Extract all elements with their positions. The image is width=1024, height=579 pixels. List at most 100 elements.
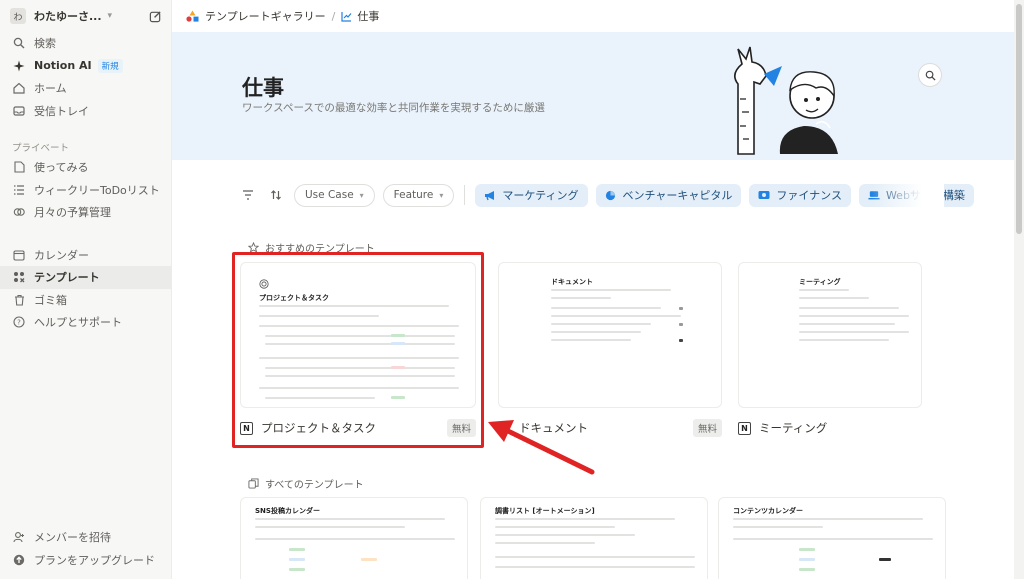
- thumbnail-title: 調書リスト [オートメーション]: [495, 507, 595, 515]
- sidebar-item-label: ゴミ箱: [34, 293, 67, 307]
- template-thumbnail: 調書リスト [オートメーション]: [480, 497, 708, 579]
- search-icon: [12, 36, 26, 50]
- page-subtitle: ワークスペースでの最適な効率と共同作業を実現するために厳選: [242, 102, 545, 114]
- gallery-search-button[interactable]: [918, 63, 942, 87]
- new-page-icon[interactable]: [147, 8, 163, 24]
- template-thumbnail: ドキュメント: [498, 262, 722, 408]
- breadcrumb: テンプレートギャラリー / 仕事: [172, 0, 1024, 32]
- sidebar-item-budget[interactable]: 月々の予算管理: [0, 201, 171, 224]
- breadcrumb-current[interactable]: 仕事: [357, 8, 379, 24]
- section-title: すべてのテンプレート: [265, 480, 364, 491]
- thumb-line: [799, 315, 909, 317]
- search-icon: [925, 70, 936, 81]
- workspace-switcher[interactable]: わ わたゆーさ... ▾: [0, 0, 171, 32]
- thumb-tag: [799, 568, 815, 571]
- sidebar-item-weekly-todo[interactable]: ウィークリーToDoリスト: [0, 179, 171, 202]
- sidebar-item-label: テンプレート: [34, 271, 100, 285]
- sidebar-item-label: 受信トレイ: [34, 104, 89, 118]
- budget-icon: [12, 205, 26, 219]
- sidebar-item-inbox[interactable]: 受信トレイ: [0, 100, 171, 123]
- sidebar-item-label: ホーム: [34, 82, 67, 96]
- thumbnail-title: ドキュメント: [551, 278, 593, 286]
- thumb-line: [551, 331, 641, 333]
- thumb-line: [495, 526, 615, 528]
- sidebar-item-getting-started[interactable]: 使ってみる: [0, 156, 171, 179]
- breadcrumb-gallery-link[interactable]: テンプレートギャラリー: [205, 8, 326, 24]
- home-icon: [12, 81, 26, 95]
- thumb-tag: [289, 548, 305, 551]
- thumbnail-title: ミーティング: [799, 278, 841, 286]
- sidebar-item-notion-ai[interactable]: Notion AI 新規: [0, 55, 171, 78]
- thumb-line: [495, 534, 635, 536]
- sidebar-item-trash[interactable]: ゴミ箱: [0, 289, 171, 312]
- thumb-tag: [679, 339, 683, 342]
- hero-illustration: [734, 46, 838, 155]
- thumb-tag: [361, 558, 377, 561]
- hero-banner: 仕事 ワークスペースでの最適な効率と共同作業を実現するために厳選: [172, 32, 1024, 160]
- thumb-line: [255, 538, 455, 540]
- thumb-tag: [289, 568, 305, 571]
- thumb-line: [799, 289, 849, 291]
- annotation-arrow: [488, 420, 595, 475]
- dropdown-label: Use Case: [305, 189, 354, 201]
- copy-icon: [248, 478, 259, 489]
- sparkle-icon: [12, 59, 26, 73]
- thumb-tag: [879, 558, 891, 561]
- thumb-line: [799, 297, 869, 299]
- feature-dropdown[interactable]: Feature ▾: [382, 183, 455, 207]
- use-case-dropdown[interactable]: Use Case ▾: [294, 183, 375, 207]
- category-chip-venture-capital[interactable]: ベンチャーキャピタル: [595, 183, 742, 207]
- scrollbar[interactable]: [1014, 0, 1024, 579]
- svg-text:?: ?: [17, 319, 21, 327]
- chip-label: ファイナンス: [776, 189, 842, 202]
- private-section-label: プライベート: [12, 143, 70, 154]
- thumb-line: [733, 538, 933, 540]
- template-thumbnail: コンテンツカレンダー: [718, 497, 946, 579]
- sidebar-item-label: 使ってみる: [34, 161, 89, 175]
- pie-chart-icon: [605, 189, 617, 201]
- page-title: 仕事: [242, 76, 284, 100]
- chevron-down-icon: ▾: [439, 190, 444, 200]
- sidebar: わ わたゆーさ... ▾ 検索 Notion AI 新規 ホーム 受信トレイ プ…: [0, 0, 172, 579]
- template-card-research-list[interactable]: 調書リスト [オートメーション]: [480, 497, 708, 579]
- sidebar-item-calendar[interactable]: カレンダー: [0, 244, 171, 267]
- template-card-sns-calendar[interactable]: SNS投稿カレンダー: [240, 497, 468, 579]
- sidebar-item-home[interactable]: ホーム: [0, 77, 171, 100]
- sidebar-top-nav: 検索 Notion AI 新規 ホーム 受信トレイ: [0, 32, 171, 122]
- sidebar-private-nav: 使ってみる ウィークリーToDoリスト 月々の予算管理: [0, 156, 171, 224]
- gallery-logo-icon: [186, 10, 199, 22]
- thumb-tag: [289, 558, 305, 561]
- sidebar-item-label: Notion AI: [34, 59, 92, 73]
- sidebar-item-invite[interactable]: メンバーを招待: [0, 526, 171, 549]
- thumb-line: [799, 331, 909, 333]
- sidebar-item-label: カレンダー: [34, 248, 89, 262]
- sidebar-item-upgrade[interactable]: プランをアップグレード: [0, 549, 171, 572]
- sidebar-item-search[interactable]: 検索: [0, 32, 171, 55]
- filter-icon[interactable]: [238, 185, 258, 205]
- workspace-name: わたゆーさ...: [34, 10, 102, 23]
- money-icon: [758, 189, 770, 201]
- all-templates-heading: すべてのテンプレート: [248, 476, 364, 491]
- template-card-content-calendar[interactable]: コンテンツカレンダー: [718, 497, 946, 579]
- template-thumbnail: SNS投稿カレンダー: [240, 497, 468, 579]
- price-badge: 無料: [692, 419, 722, 437]
- template-card-meetings[interactable]: ミーティング N ミーティング: [738, 262, 922, 442]
- category-chip-finance[interactable]: ファイナンス: [749, 183, 851, 207]
- sidebar-item-help[interactable]: ? ヘルプとサポート: [0, 311, 171, 334]
- thumb-line: [733, 526, 823, 528]
- thumb-line: [495, 518, 675, 520]
- filter-fade-overlay: [872, 180, 944, 210]
- thumb-line: [495, 566, 695, 568]
- sidebar-item-label: ウィークリーToDoリスト: [34, 183, 160, 197]
- dropdown-label: Feature: [393, 189, 434, 201]
- sidebar-item-templates[interactable]: テンプレート: [0, 266, 171, 289]
- chart-icon: [341, 11, 352, 22]
- list-icon: [12, 183, 26, 197]
- thumb-line: [551, 339, 631, 341]
- scrollbar-thumb[interactable]: [1016, 4, 1022, 234]
- sidebar-utility-nav: カレンダー テンプレート ゴミ箱 ? ヘルプとサポート: [0, 244, 171, 334]
- sort-icon[interactable]: [266, 185, 286, 205]
- category-chip-marketing[interactable]: マーケティング: [475, 183, 588, 207]
- sidebar-item-label: プランをアップグレード: [34, 553, 155, 567]
